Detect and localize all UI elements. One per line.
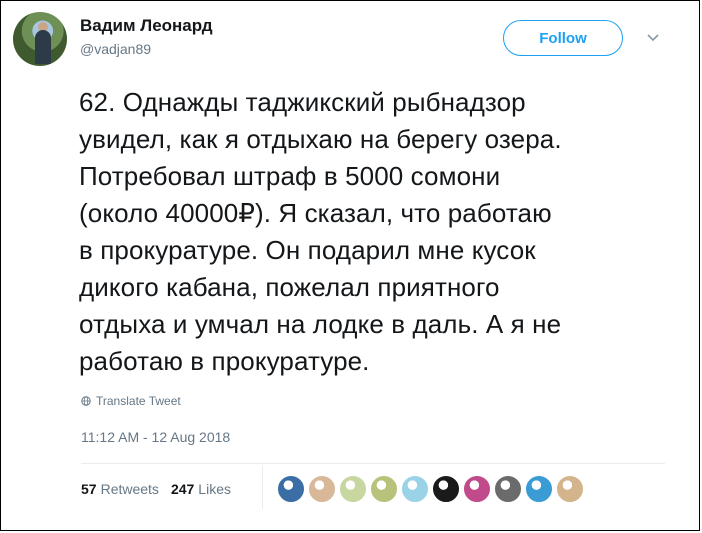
liker-avatar[interactable] (277, 475, 305, 503)
likers-avatars (277, 475, 584, 503)
author-handle[interactable]: @vadjan89 (80, 41, 151, 57)
avatar-figure-shape (35, 30, 51, 64)
globe-icon (81, 396, 91, 406)
retweets-stat[interactable]: 57 Retweets (81, 481, 159, 497)
stats-separator (262, 465, 263, 509)
retweets-label: Retweets (100, 481, 159, 497)
liker-avatar[interactable] (556, 475, 584, 503)
translate-label: Translate Tweet (96, 394, 181, 408)
liker-avatar[interactable] (463, 475, 491, 503)
likes-count: 247 (170, 481, 195, 497)
divider (81, 463, 665, 464)
liker-avatar[interactable] (401, 475, 429, 503)
retweets-count: 57 (81, 481, 97, 497)
liker-avatar[interactable] (339, 475, 367, 503)
translate-tweet-link[interactable]: Translate Tweet (81, 394, 181, 408)
likes-label: Likes (198, 481, 231, 497)
avatar[interactable] (13, 12, 67, 66)
liker-avatar[interactable] (370, 475, 398, 503)
liker-avatar[interactable] (432, 475, 460, 503)
liker-avatar[interactable] (308, 475, 336, 503)
tweet-stats: 57 Retweets 247 Likes (81, 481, 243, 497)
tweet-card: Вадим Леонард @vadjan89 Follow 62. Однаж… (0, 0, 700, 531)
liker-avatar[interactable] (525, 475, 553, 503)
chevron-down-icon[interactable] (645, 29, 661, 45)
liker-avatar[interactable] (494, 475, 522, 503)
tweet-timestamp[interactable]: 11:12 AM - 12 Aug 2018 (81, 429, 230, 445)
author-name[interactable]: Вадим Леонард (80, 16, 213, 36)
follow-button[interactable]: Follow (503, 20, 623, 56)
tweet-text: 62. Однажды таджикский рыбнадзор увидел,… (79, 87, 562, 376)
likes-stat[interactable]: 247 Likes (171, 481, 231, 497)
